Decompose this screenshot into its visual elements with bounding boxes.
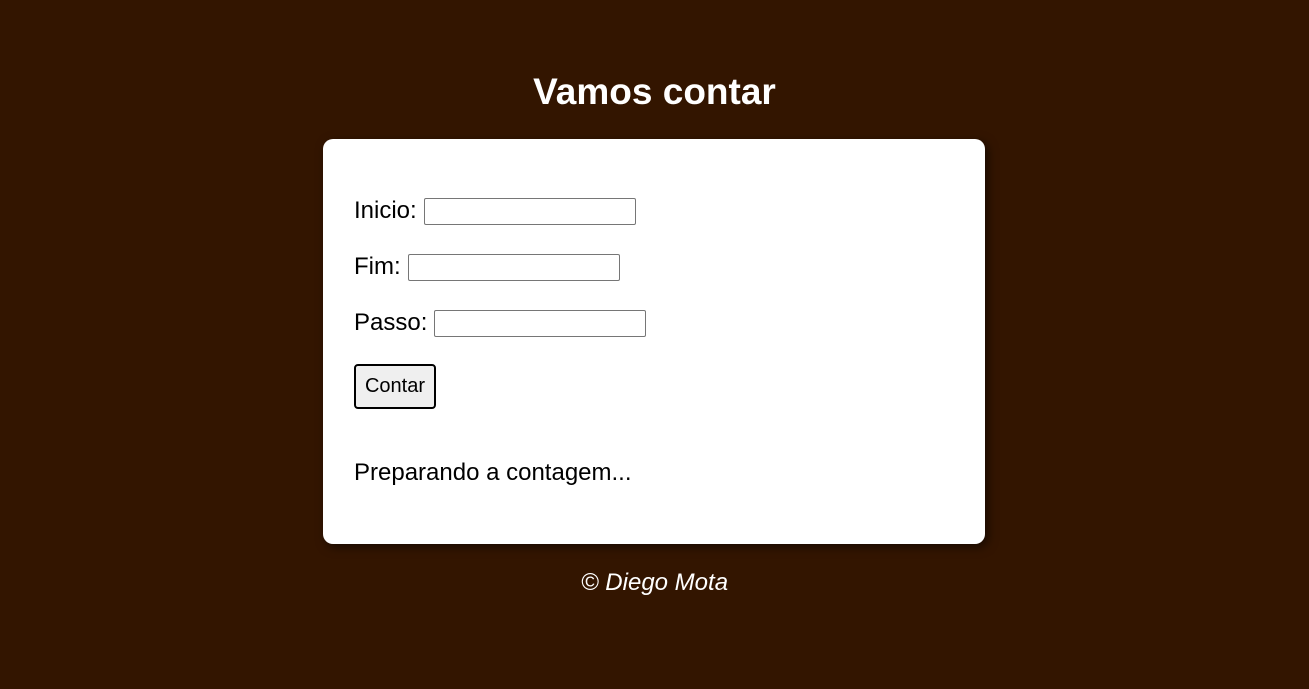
result-text: Preparando a contagem...	[354, 459, 632, 486]
contar-button[interactable]: Contar	[354, 364, 436, 409]
passo-input[interactable]	[434, 309, 647, 337]
inicio-label: Inicio:	[354, 197, 417, 224]
fim-label: Fim:	[354, 253, 401, 280]
inicio-row: Inicio:	[354, 197, 636, 225]
inicio-input[interactable]	[423, 197, 636, 225]
fim-row: Fim:	[354, 253, 620, 281]
page-header: Vamos contar	[0, 68, 1309, 116]
passo-label: Passo:	[354, 309, 428, 336]
passo-row: Passo:	[354, 309, 647, 337]
counter-card: Inicio: Fim: Passo: Contar Preparando a …	[323, 139, 985, 544]
page-footer: © Diego Mota	[0, 568, 1309, 598]
footer-copyright: © Diego Mota	[580, 569, 729, 596]
fim-input[interactable]	[407, 253, 620, 281]
page-title: Vamos contar	[533, 71, 776, 112]
